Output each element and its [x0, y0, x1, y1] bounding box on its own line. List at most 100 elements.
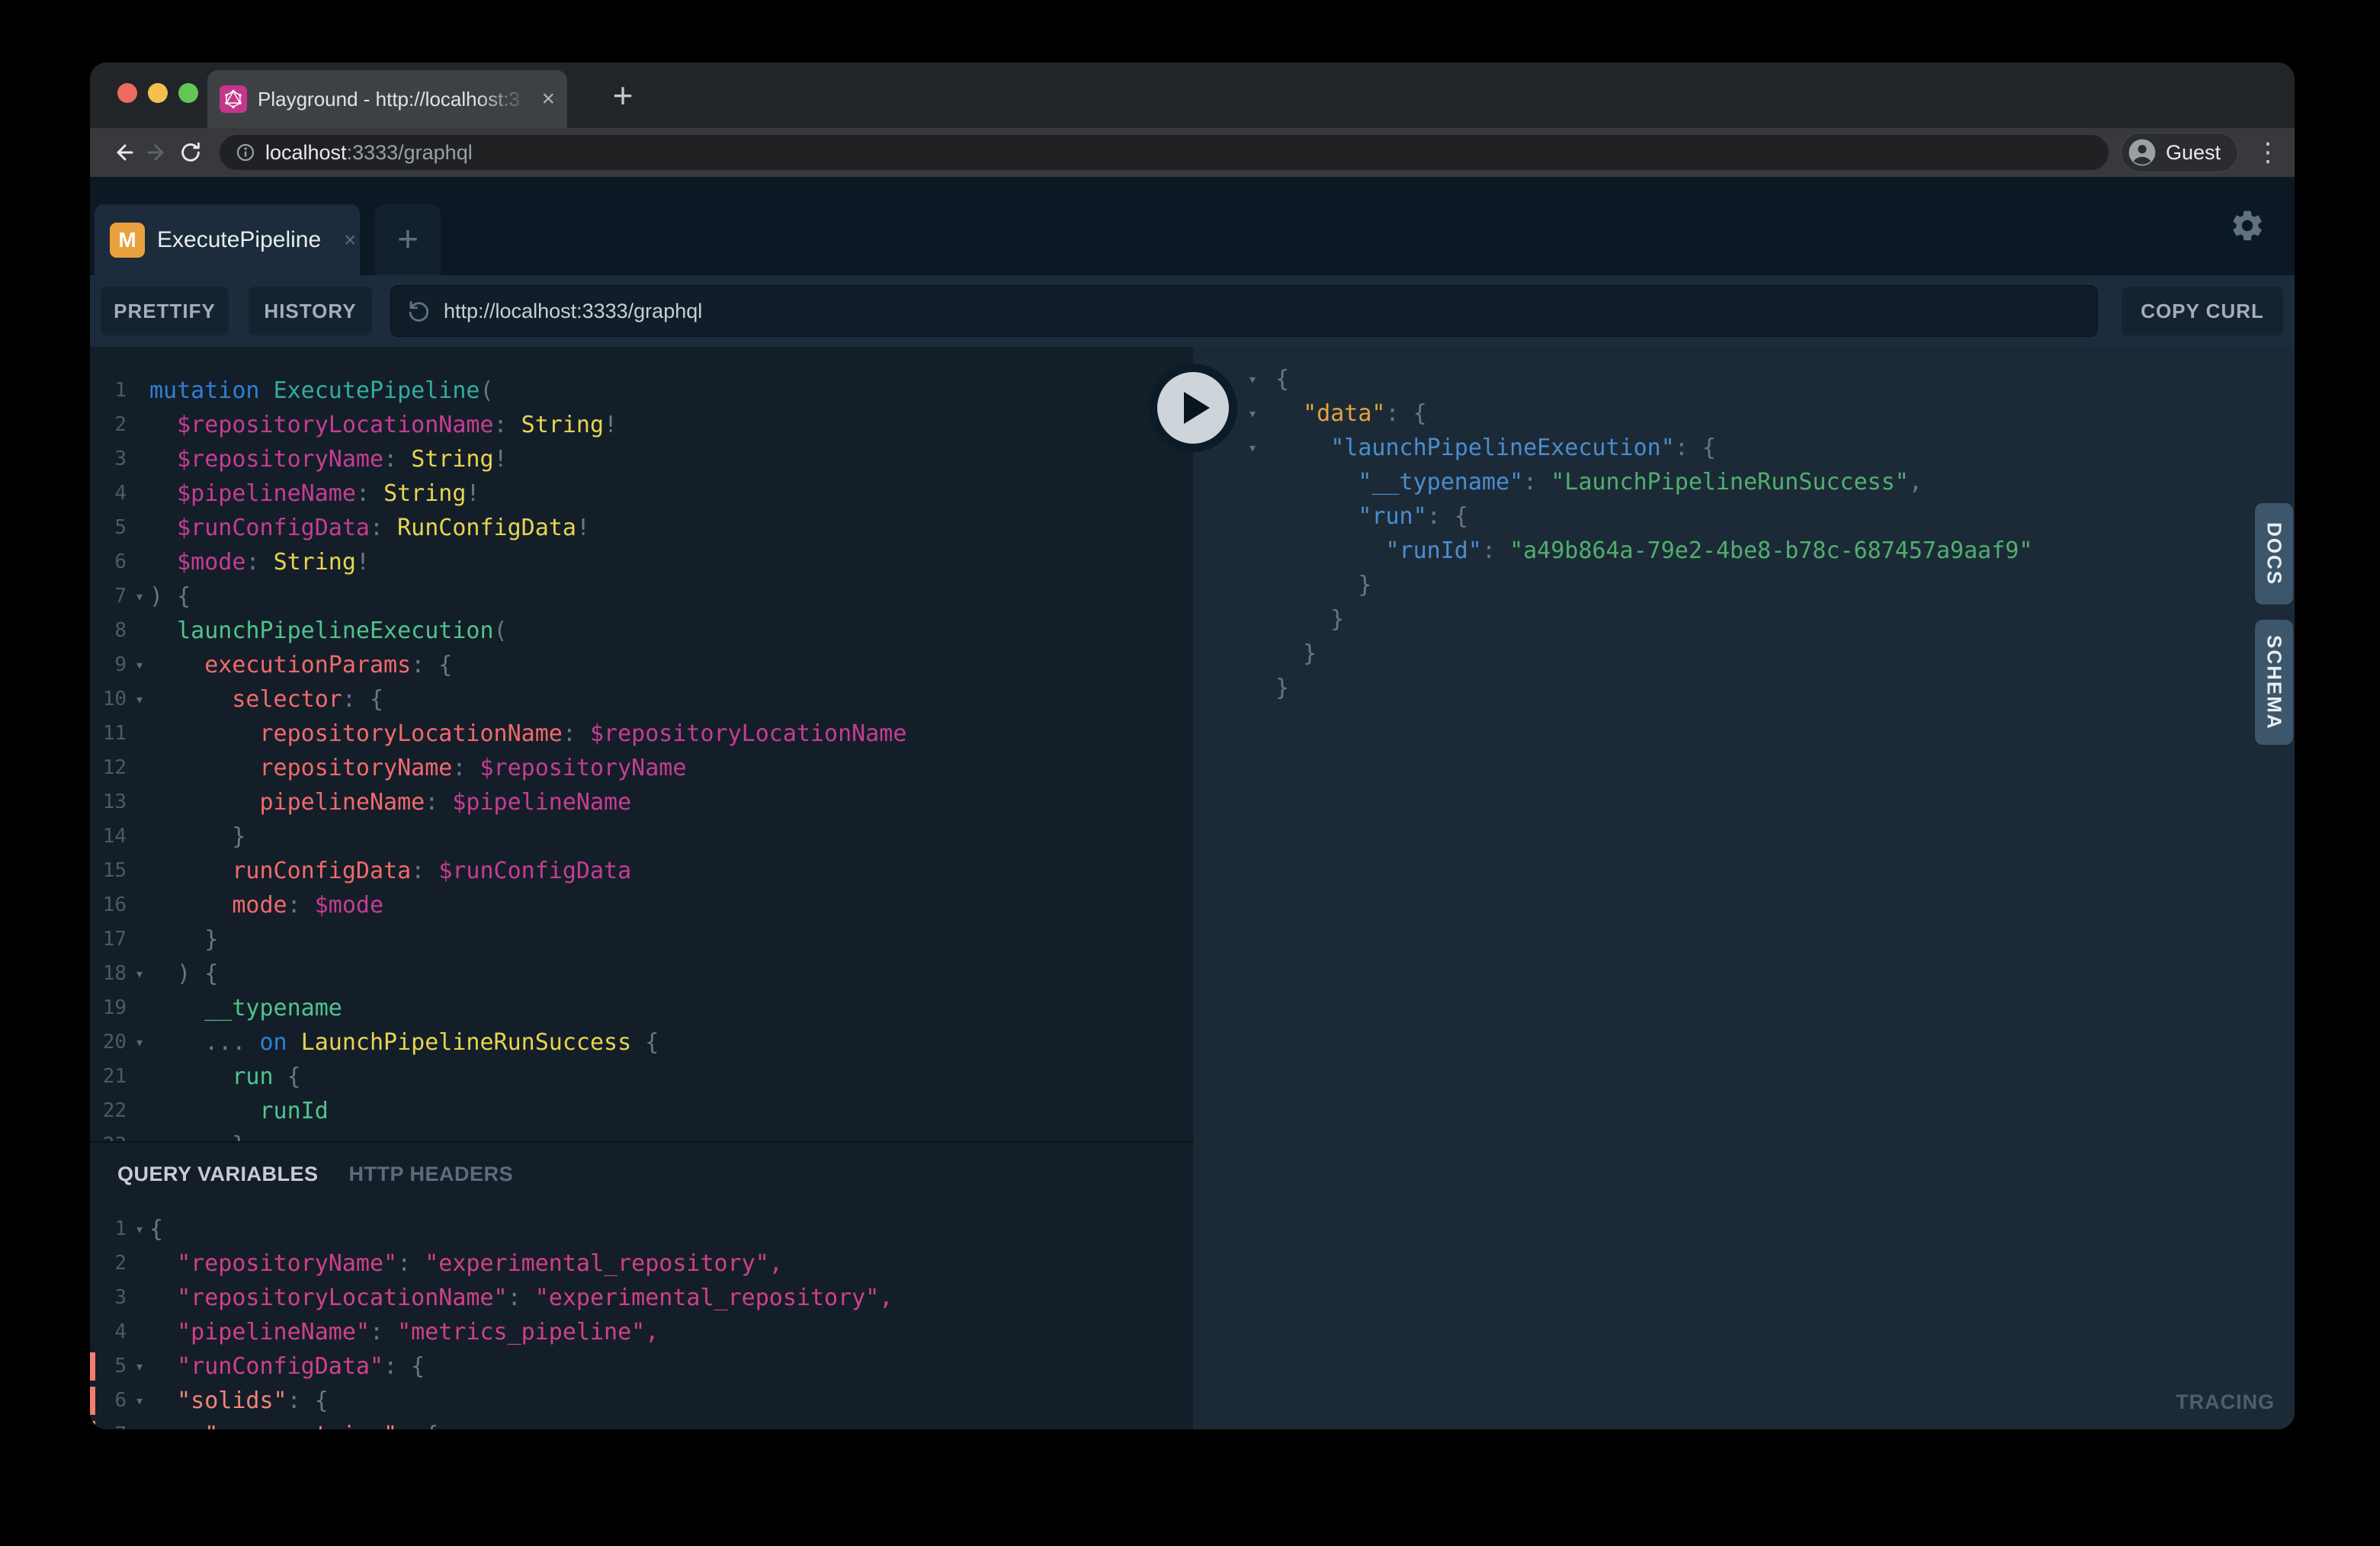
fold-arrow-icon[interactable]: ▾	[130, 1025, 149, 1060]
fold-arrow-icon[interactable]: ▾	[130, 1349, 149, 1384]
query-editor[interactable]: 1mutation ExecutePipeline(2 $repositoryL…	[90, 347, 1193, 1141]
code-line: 3 "repositoryLocationName": "experimenta…	[90, 1281, 1193, 1315]
fold-arrow-icon[interactable]: ▾	[130, 1418, 149, 1429]
code-line: 17 }	[90, 922, 1193, 957]
line-number: 3	[90, 1281, 130, 1315]
endpoint-input[interactable]: http://localhost:3333/graphql	[390, 285, 2098, 337]
code-line: 7▾) {	[90, 579, 1193, 614]
code-line: 7▾ "save_metrics": {	[90, 1418, 1193, 1429]
back-icon[interactable]	[107, 136, 140, 169]
code-line: 2 "repositoryName": "experimental_reposi…	[90, 1246, 1193, 1281]
browser-menu-icon[interactable]: ⋮	[2255, 137, 2278, 168]
fold-arrow-icon[interactable]: ▾	[130, 957, 149, 991]
fold-gutter	[130, 1128, 149, 1141]
close-window-button[interactable]	[117, 83, 137, 103]
fold-gutter	[130, 614, 149, 648]
tab-http-headers[interactable]: HTTP HEADERS	[349, 1163, 514, 1186]
zoom-window-button[interactable]	[178, 83, 198, 103]
code-line: 6▾ "solids": {	[90, 1384, 1193, 1418]
code-line: }	[1193, 637, 2295, 671]
fold-arrow-icon[interactable]: ▾	[1248, 431, 1275, 465]
fold-gutter	[130, 922, 149, 957]
profile-chip[interactable]: Guest	[2121, 133, 2238, 172]
code-line: 13 pipelineName: $pipelineName	[90, 785, 1193, 820]
code-line: 19 __typename	[90, 991, 1193, 1025]
line-number: 10	[90, 682, 130, 717]
session-tab-executepipeline[interactable]: M ExecutePipeline ×	[95, 204, 360, 275]
fold-gutter	[1248, 499, 1275, 534]
code-line: 21 run {	[90, 1060, 1193, 1094]
tab-query-variables[interactable]: QUERY VARIABLES	[117, 1163, 319, 1186]
variables-editor[interactable]: 1▾{2 "repositoryName": "experimental_rep…	[90, 1212, 1193, 1429]
execute-button[interactable]	[1149, 364, 1237, 452]
code-line: ▾{	[1193, 362, 2295, 396]
line-number: 14	[90, 820, 130, 854]
graphql-favicon-icon	[220, 85, 247, 113]
browser-tabstrip: Playground - http://localhost:3 × +	[90, 63, 2295, 128]
fold-gutter	[1248, 671, 1275, 705]
line-number: 19	[90, 991, 130, 1025]
fold-gutter	[1248, 465, 1275, 499]
variables-tabbar: QUERY VARIABLES HTTP HEADERS	[117, 1163, 513, 1186]
url-host: localhost	[265, 141, 347, 165]
line-number: 17	[90, 922, 130, 957]
fold-arrow-icon[interactable]: ▾	[1248, 396, 1275, 431]
profile-name: Guest	[2166, 141, 2221, 165]
fold-arrow-icon[interactable]: ▾	[130, 682, 149, 717]
code-line: ▾ "data": {	[1193, 396, 2295, 431]
line-number: 13	[90, 785, 130, 820]
code-line: }	[1193, 602, 2295, 637]
docs-side-tab[interactable]: DOCS	[2255, 503, 2293, 605]
history-button[interactable]: HISTORY	[249, 287, 372, 335]
fold-gutter	[130, 1315, 149, 1349]
browser-tab[interactable]: Playground - http://localhost:3 ×	[207, 70, 567, 128]
settings-gear-icon[interactable]	[2229, 207, 2266, 244]
code-line: "__typename": "LaunchPipelineRunSuccess"…	[1193, 465, 2295, 499]
fold-gutter	[130, 751, 149, 785]
line-number: 22	[90, 1094, 130, 1128]
line-number: 7	[90, 579, 130, 614]
code-line: 8 launchPipelineExecution(	[90, 614, 1193, 648]
line-number: 11	[90, 717, 130, 751]
copy-curl-button[interactable]: COPY CURL	[2122, 287, 2283, 335]
session-tab-close-icon[interactable]: ×	[344, 228, 356, 252]
session-tab-title: ExecutePipeline	[157, 227, 321, 253]
fold-arrow-icon[interactable]: ▾	[130, 1212, 149, 1246]
tracing-toggle[interactable]: TRACING	[2176, 1390, 2275, 1414]
line-number: 5	[90, 1349, 130, 1384]
endpoint-reset-icon[interactable]	[406, 298, 431, 324]
response-viewer: ▾{▾ "data": {▾ "launchPipelineExecution"…	[1193, 347, 2295, 1429]
line-number: 1	[90, 1212, 130, 1246]
fold-gutter	[130, 511, 149, 545]
code-line: 5 $runConfigData: RunConfigData!	[90, 511, 1193, 545]
fold-gutter	[130, 717, 149, 751]
code-line: 14 }	[90, 820, 1193, 854]
endpoint-url: http://localhost:3333/graphql	[444, 300, 702, 323]
new-tab-button[interactable]: +	[596, 73, 650, 117]
line-number: 6	[90, 545, 130, 579]
mutation-badge: M	[110, 223, 145, 258]
fold-arrow-icon[interactable]: ▾	[130, 1384, 149, 1418]
code-line: 22 runId	[90, 1094, 1193, 1128]
line-number: 2	[90, 1246, 130, 1281]
prettify-button[interactable]: PRETTIFY	[101, 287, 229, 335]
code-line: "runId": "a49b864a-79e2-4be8-b78c-687457…	[1193, 534, 2295, 568]
playground-session-row: M ExecutePipeline × +	[90, 177, 2295, 275]
fold-gutter	[130, 1281, 149, 1315]
fold-arrow-icon[interactable]: ▾	[130, 579, 149, 614]
url-bar[interactable]: localhost:3333/graphql	[220, 135, 2109, 170]
fold-gutter	[130, 374, 149, 408]
minimize-window-button[interactable]	[148, 83, 168, 103]
add-session-tab-button[interactable]: +	[375, 204, 441, 275]
site-info-icon[interactable]	[235, 142, 256, 163]
fold-arrow-icon[interactable]: ▾	[1248, 362, 1275, 396]
reload-icon[interactable]	[174, 136, 207, 169]
code-line: }	[1193, 568, 2295, 602]
play-circle	[1157, 372, 1229, 444]
fold-arrow-icon[interactable]: ▾	[130, 648, 149, 682]
forward-icon[interactable]	[140, 136, 174, 169]
browser-tab-close-icon[interactable]: ×	[541, 88, 555, 111]
code-line: 4 $pipelineName: String!	[90, 476, 1193, 511]
schema-side-tab[interactable]: SCHEMA	[2255, 620, 2293, 745]
line-number: 1	[90, 374, 130, 408]
